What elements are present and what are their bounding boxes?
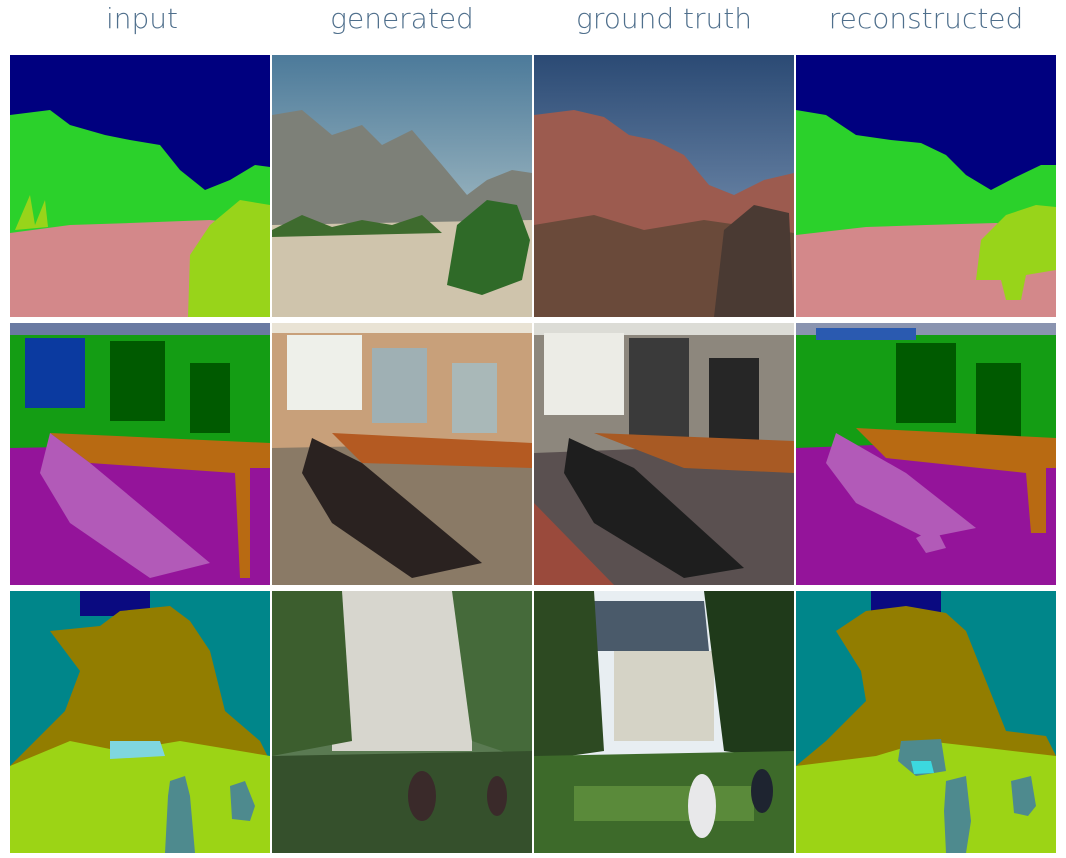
row2-generated-photo (272, 323, 532, 585)
row2-input-segmentation-map (10, 323, 270, 585)
row2-ground-truth-photo (534, 323, 794, 585)
header-ground-truth: ground truth (576, 2, 752, 35)
row1-ground-truth-photo (534, 55, 794, 317)
header-input: input (105, 2, 179, 35)
row3-input-segmentation-map (10, 591, 270, 853)
row1-generated-photo (272, 55, 532, 317)
row1-input-segmentation-map (10, 55, 270, 317)
header-reconstructed: reconstructed (828, 2, 1024, 35)
header-generated: generated (330, 2, 474, 35)
row2-reconstructed-segmentation-map (796, 323, 1056, 585)
row1-reconstructed-segmentation-map (796, 55, 1056, 317)
row3-generated-photo (272, 591, 532, 853)
row3-ground-truth-photo (534, 591, 794, 853)
row3-reconstructed-segmentation-map (796, 591, 1056, 853)
